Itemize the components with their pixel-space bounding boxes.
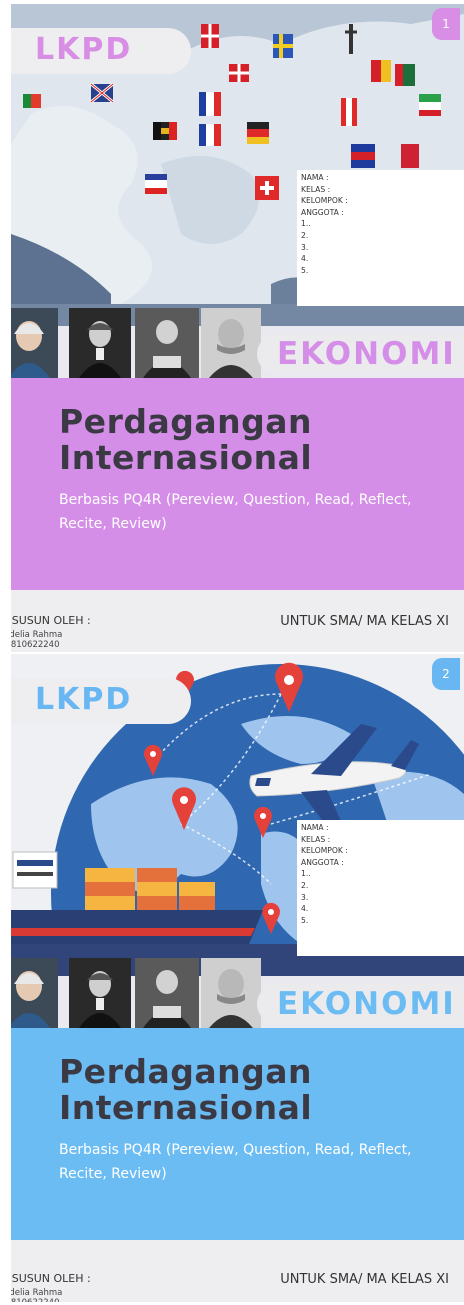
form-member-1: 1.. — [301, 869, 311, 879]
cover-subtitle: Berbasis PQ4R (Pereview, Question, Read,… — [59, 492, 412, 532]
title-band: Perdagangan Internasional Berbasis PQ4R … — [11, 1028, 464, 1240]
compiled-by-label: DISUSUN OLEH : — [11, 614, 91, 627]
subject-tab: EKONOMI — [257, 984, 464, 1024]
compiled-by-label: DISUSUN OLEH : — [11, 1272, 91, 1285]
globe-trade-image: 2 LKPD NAMA : KELAS : KELOMPOK : ANGGOTA… — [11, 654, 464, 976]
form-member-3: 3. — [301, 892, 309, 902]
cover-page-1: 1 LKPD NAMA : KELAS : KELOMPOK : ANGGOTA… — [11, 4, 464, 652]
title-line-1: Perdagangan — [59, 1052, 312, 1091]
cover-subtitle: Berbasis PQ4R (Pereview, Question, Read,… — [59, 1142, 412, 1182]
form-anggota: ANGGOTA : — [301, 207, 344, 217]
author-info: Fadelia Rahma 11810622240 — [11, 1288, 62, 1302]
form-member-4: 4. — [301, 904, 309, 914]
author-name: Fadelia Rahma — [11, 1288, 63, 1298]
form-member-2: 2. — [301, 230, 309, 240]
portrait-2 — [69, 308, 131, 378]
form-member-2: 2. — [301, 880, 309, 890]
student-info-form: NAMA : KELAS : KELOMPOK : ANGGOTA : 1.. … — [297, 170, 464, 306]
portrait-1 — [11, 308, 58, 378]
portrait-2 — [69, 958, 131, 1028]
lkpd-label-tab: LKPD — [11, 678, 191, 724]
page-number-badge: 2 — [432, 658, 460, 690]
subject-label: EKONOMI — [277, 336, 456, 372]
student-info-form: NAMA : KELAS : KELOMPOK : ANGGOTA : 1.. … — [297, 820, 464, 956]
cover-footer: DISUSUN OLEH : Fadelia Rahma 11810622240… — [11, 590, 464, 652]
target-class: UNTUK SMA/ MA KELAS XI — [280, 614, 449, 629]
lkpd-label-tab: LKPD — [11, 28, 191, 74]
form-anggota: ANGGOTA : — [301, 857, 344, 867]
subject-tab: EKONOMI — [257, 334, 464, 374]
title-band: Perdagangan Internasional Berbasis PQ4R … — [11, 378, 464, 590]
form-member-5: 5. — [301, 265, 309, 275]
form-kelas: KELAS : — [301, 834, 331, 844]
lkpd-label: LKPD — [35, 682, 133, 717]
portrait-3 — [135, 308, 199, 378]
cover-title: Perdagangan Internasional — [59, 404, 312, 476]
form-nama: NAMA : — [301, 173, 329, 182]
form-kelompok: KELOMPOK : — [301, 196, 348, 206]
title-line-1: Perdagangan — [59, 402, 312, 441]
author-info: Fadelia Rahma 11810622240 — [11, 630, 62, 650]
author-id: 11810622240 — [11, 640, 60, 650]
form-member-1: 1.. — [301, 219, 311, 229]
lkpd-label: LKPD — [35, 32, 133, 67]
form-member-3: 3. — [301, 242, 309, 252]
portrait-3 — [135, 958, 199, 1028]
form-member-4: 4. — [301, 254, 309, 264]
europe-map-image: 1 LKPD NAMA : KELAS : KELOMPOK : ANGGOTA… — [11, 4, 464, 326]
title-line-2: Internasional — [59, 438, 313, 477]
target-class: UNTUK SMA/ MA KELAS XI — [280, 1272, 449, 1287]
form-kelompok: KELOMPOK : — [301, 846, 348, 856]
portrait-4 — [201, 958, 261, 1028]
page-number-badge: 1 — [432, 8, 460, 40]
portrait-4 — [201, 308, 261, 378]
form-member-5: 5. — [301, 915, 309, 925]
cover-footer: DISUSUN OLEH : Fadelia Rahma 11810622240… — [11, 1240, 464, 1302]
author-id: 11810622240 — [11, 1298, 62, 1302]
author-name: Fadelia Rahma — [11, 630, 63, 640]
cover-page-2: 2 LKPD NAMA : KELAS : KELOMPOK : ANGGOTA… — [11, 654, 464, 1302]
title-line-2: Internasional — [59, 1088, 313, 1127]
form-nama: NAMA : — [301, 823, 329, 832]
form-kelas: KELAS : — [301, 184, 331, 194]
portrait-1 — [11, 958, 58, 1028]
cover-title: Perdagangan Internasional — [59, 1054, 312, 1126]
subject-label: EKONOMI — [277, 986, 456, 1022]
